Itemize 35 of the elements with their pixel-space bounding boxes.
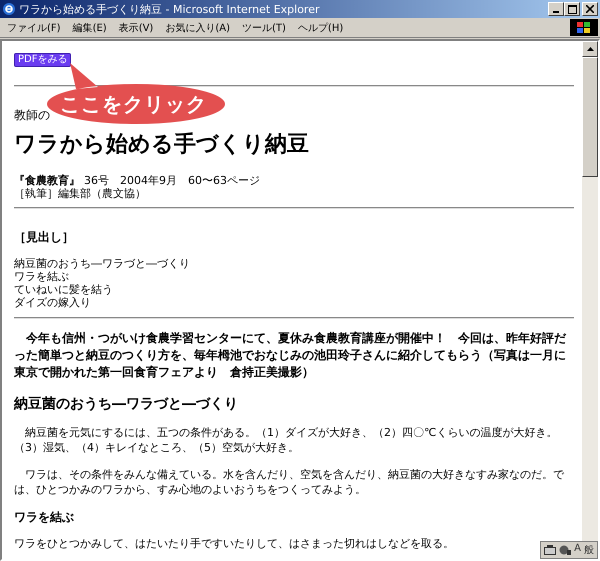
ime-mode-label[interactable]: 般 [584, 543, 594, 557]
window-title: ワラから始める手づくり納豆 - Microsoft Internet Explorer [19, 2, 320, 16]
menu-item[interactable]: お気に入り(A) [160, 20, 235, 34]
scrollbar-thumb[interactable] [582, 57, 598, 177]
keyboard-icon[interactable] [544, 545, 556, 555]
maximize-icon [568, 4, 576, 14]
menu-item[interactable]: ヘルプ(H) [292, 20, 348, 34]
menu-item[interactable]: 表示(V) [114, 20, 158, 34]
heading-list-item: 納豆菌のおうち―ワラづと―づくり [14, 257, 191, 270]
windows-logo-icon [570, 19, 598, 36]
author-line: ［執筆］編集部（農文協） [14, 187, 147, 200]
body-paragraph: 納豆菌を元気にするには、五つの条件がある。（1）ダイズが大好き、（2）四〇℃くらいの温度が大好き。（3）湿気、（4）キレイなところ、（5）空気が大好き。 [14, 425, 558, 455]
scrollbar[interactable] [582, 41, 598, 542]
magazine-name: 『食農教育』 [14, 174, 80, 187]
pdf-button[interactable]: PDFをみる [14, 53, 72, 67]
minimize-button[interactable] [548, 2, 564, 16]
body-paragraph: ワラは、その条件をみんな備えている。水を含んだり、空気を含んだり、納豆菌の大好きなすみ家なのだ。では、ひとつかみのワラから、すみ心地のよいおうちをつくってみよう。 [14, 467, 566, 497]
issue-details: 36号 2004年9月 60〜63ページ [84, 174, 260, 187]
maximize-button[interactable] [564, 2, 580, 16]
subsection-heading: ワラを結ぶ [14, 509, 75, 526]
article-title: ワラから始める手づくり納豆 [14, 132, 310, 158]
close-button[interactable] [582, 2, 598, 16]
heading-list-item: ていねいに髪を結う [14, 283, 114, 296]
callout-text: ここをクリック [60, 91, 207, 118]
heading-list-item: ワラを結ぶ [14, 270, 69, 283]
menu-item[interactable]: ファイル(F) [2, 20, 66, 34]
ime-mode-label[interactable]: A [574, 543, 581, 557]
section-heading: 納豆菌のおうち―ワラづと―づくり [14, 395, 239, 413]
body-paragraph: ワラをひとつかみして、はたいたり手ですいたりして、はさまった切れはしなどを取る。 [14, 536, 454, 551]
heading-list-item: ダイズの嫁入り [14, 296, 92, 309]
headings-label: ［見出し］ [14, 229, 75, 246]
menu-item[interactable]: ツール(T) [237, 20, 291, 34]
menu-item[interactable]: 編集(E) [68, 20, 112, 34]
lead-paragraph: 今年も信州・つがいけ食農学習センターにて、夏休み食農教育講座が開催中！ 今回は、昨年好評だった簡単つと納豆のつくり方を、毎年栂池でおなじみの池田玲子さんに紹介してもらう（写真は一月に東京で開かれた第一回食育フェアより 倉持正美撮影） [14, 330, 568, 381]
close-icon [586, 5, 594, 13]
